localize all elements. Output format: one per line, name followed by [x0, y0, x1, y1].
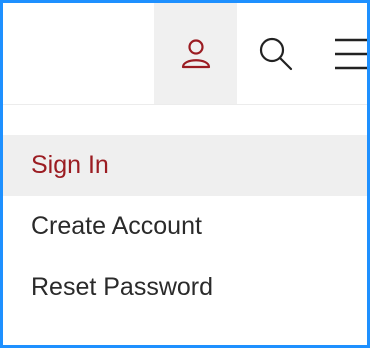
menu-button[interactable]	[315, 3, 367, 104]
header-bar	[3, 3, 367, 105]
search-button[interactable]	[237, 3, 315, 104]
menu-item-reset-password[interactable]: Reset Password	[3, 257, 367, 318]
search-icon	[259, 37, 293, 70]
menu-item-create-account[interactable]: Create Account	[3, 196, 367, 257]
menu-item-sign-in[interactable]: Sign In	[3, 135, 367, 196]
account-button[interactable]	[154, 3, 237, 104]
account-menu: Sign In Create Account Reset Password	[3, 135, 367, 318]
user-icon	[181, 38, 210, 68]
hamburger-menu-icon	[335, 38, 367, 69]
dropdown-frame: Sign In Create Account Reset Password	[0, 0, 370, 348]
